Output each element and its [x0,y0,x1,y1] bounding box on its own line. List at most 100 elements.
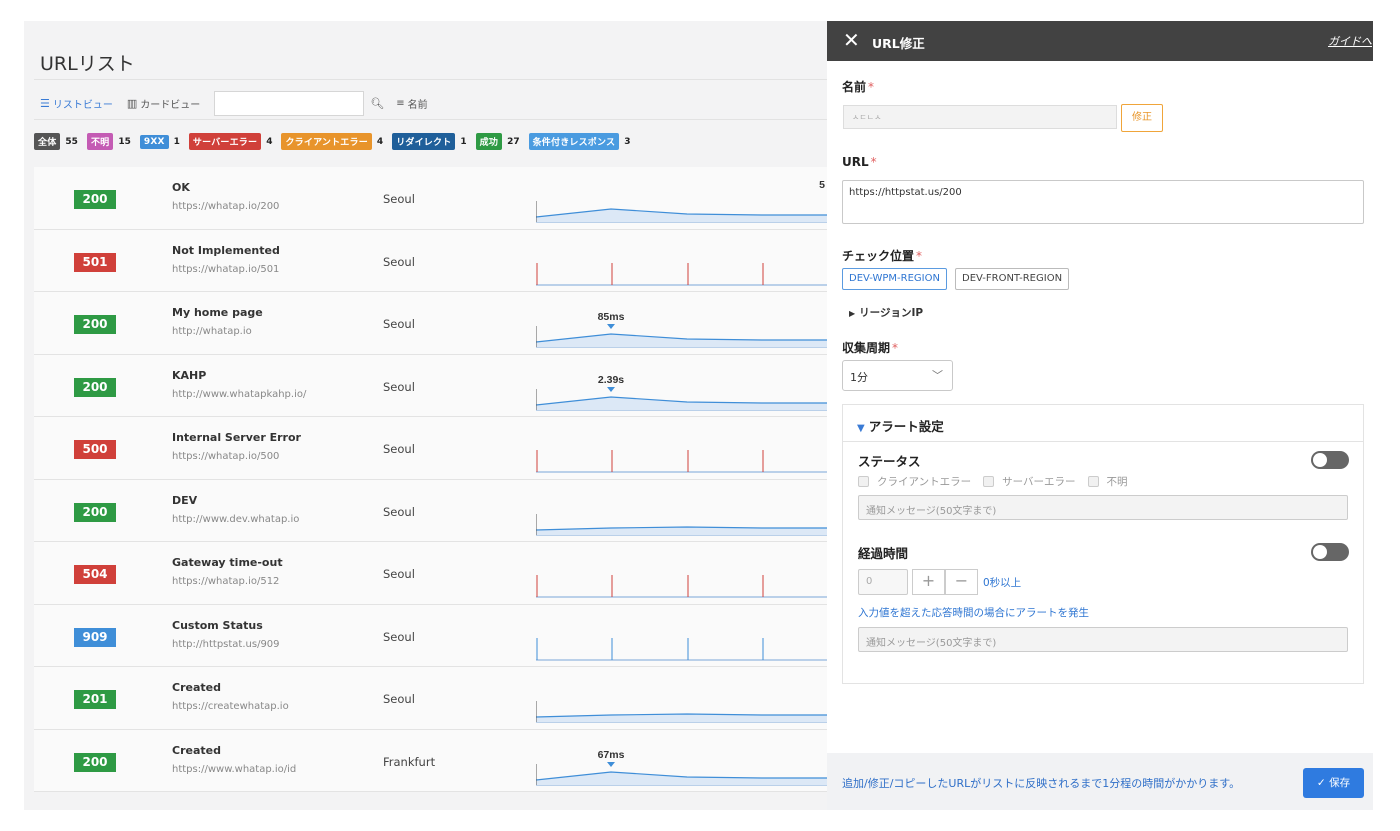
region-dev-front-button[interactable]: DEV-FRONT-REGION [955,268,1070,290]
row-location: Seoul [383,567,415,581]
row-url: https://whatap.io/501 [172,263,280,275]
row-name: Created [172,681,221,694]
sort-icon: ≡ [396,97,405,109]
filter-chip[interactable]: クライアントエラー [281,133,372,150]
guide-link[interactable]: ガイドへ [1328,33,1372,49]
decrement-button[interactable]: − [945,569,978,595]
elapsed-seconds-input[interactable]: 0 [858,569,908,595]
table-row[interactable]: 200 Created https://www.whatap.io/id Frankf… [34,730,827,792]
row-name: Created [172,743,221,757]
response-sparkline [536,701,827,723]
table-row[interactable]: 200 DEV http://www.dev.whatap.io Seoul [34,480,827,542]
sort-button[interactable]: ≡ 名前 [396,96,427,111]
filter-chip[interactable]: 条件付きレスポンス [528,133,620,150]
save-button[interactable]: ✓ 保存 [1303,768,1364,798]
row-name: OK [172,181,190,194]
row-name: Not Implemented [172,243,280,257]
increment-button[interactable]: + [912,569,945,595]
region-dev-wpm-button[interactable]: DEV-WPM-REGION [842,268,947,290]
check-icon: ✓ [1316,777,1326,789]
filter-count: 1 [460,136,467,147]
filter-chip[interactable]: 9XX [139,134,169,149]
status-alert-toggle[interactable] [1311,451,1349,469]
response-sparkline: 5 [536,179,827,223]
elapsed-alert-toggle[interactable] [1311,543,1349,561]
filter-chip[interactable]: 成功 [475,133,503,150]
response-sparkline: 85ms [536,311,827,348]
interval-select[interactable]: 1分 ﹀ [842,360,953,391]
filter-count: 27 [507,136,520,147]
peak-marker-icon [607,761,615,767]
divider [34,79,827,80]
row-location: Seoul [383,692,415,706]
search-icon[interactable]: 🔍︎ [370,97,384,110]
elapsed-hint: 入力値を超えた応答時間の場合にアラートを発生 [858,607,1089,619]
chevron-down-icon: ﹀ [932,369,943,382]
table-row[interactable]: 200 My home page http://whatap.io Seoul 85ms [34,292,827,355]
list-view-button[interactable]: ☰ リストビュー [40,96,113,111]
row-url: https://whatap.io/500 [172,451,280,462]
status-message-input[interactable]: 通知メッセージ(50文字まで) [858,495,1348,520]
interval-label: 収集周期 * [842,341,899,355]
filter-chip[interactable]: リダイレクト [392,133,456,150]
footer-note: 追加/修正/コピーしたURLがリストに反映されるまで1分程の時間がかかります。 [842,777,1241,790]
close-icon[interactable]: ✕ [843,29,860,51]
row-name: KAHP [172,368,207,382]
url-field[interactable]: https://httpstat.us/200 [842,180,1364,224]
client-error-checkbox[interactable]: クライアントエラー [858,474,971,489]
filter-chip[interactable]: サーバーエラー [188,133,262,150]
filter-count: 15 [118,136,131,147]
row-name: Custom Status [172,618,263,632]
card-icon: ▥ [126,96,138,110]
filter-chip[interactable]: 全体 [34,133,61,150]
server-error-checkbox[interactable]: サーバーエラー [983,474,1076,489]
table-row[interactable]: 201 Created https://createwhatap.io Seoul [34,667,827,730]
panel-header: ✕ URL修正 ガイドへ [827,21,1373,61]
table-row[interactable]: 500 Internal Server Error https://whatap.i… [34,417,827,480]
name-label: 名前 * [842,80,875,94]
filter-chip[interactable]: 不明 [86,133,114,150]
url-edit-panel: ✕ URL修正 ガイドへ 名前 * ㅅㄷㄴㅅ 修正 URL * https://ht… [827,21,1373,810]
status-alert-label: ステータス [858,454,921,469]
alert-settings: ▼ アラート設定 ステータス クライアントエラー サーバーエラー 不明 通知メッセ… [842,404,1364,684]
peak-label: 5 [819,179,825,191]
url-label: URL * [842,155,877,169]
name-field[interactable]: ㅅㄷㄴㅅ [843,105,1117,129]
table-row[interactable]: 909 Custom Status http://httpstat.us/909 Se… [34,605,827,667]
filter-count: 4 [376,136,384,147]
table-row[interactable]: 501 Not Implemented https://whatap.io/501 S… [34,230,827,292]
peak-marker-icon [607,386,615,392]
region-ip-toggle[interactable]: ▶ リージョンIP [849,305,923,320]
table-row[interactable]: 504 Gateway time-out https://whatap.io/512… [34,542,827,605]
row-name: Gateway time-out [172,556,283,569]
row-url: http://httpstat.us/909 [172,638,280,650]
edit-name-button[interactable]: 修正 [1121,104,1163,132]
row-url: https://whatap.io/200 [172,201,280,212]
response-sparkline [536,513,827,535]
alert-settings-header[interactable]: ▼ アラート設定 [843,405,1363,442]
filter-count: 1 [173,136,180,147]
list-icon: ☰ [40,96,50,110]
row-url: http://www.whatapkahp.io/ [172,388,307,400]
card-view-button[interactable]: ▥ カードビュー [127,96,200,111]
search-input[interactable] [214,90,365,116]
peak-label: 67ms [598,749,625,761]
row-url: https://createwhatap.io [172,701,289,712]
row-location: Seoul [383,317,415,331]
table-row[interactable]: 200 OK https://whatap.io/200 Seoul 5 [34,167,827,230]
row-name: My home page [172,306,263,319]
elapsed-message-input[interactable]: 通知メッセージ(50文字まで) [858,627,1348,652]
response-sparkline: 67ms [536,749,827,785]
response-sparkline [536,450,827,473]
unknown-checkbox[interactable]: 不明 [1087,474,1128,489]
status-badge: 504 [74,565,116,584]
divider [34,119,827,120]
table-row[interactable]: 200 KAHP http://www.whatapkahp.io/Seoul 2.3… [34,355,827,417]
status-badge: 200 [74,752,116,772]
response-sparkline [536,575,827,598]
caret-right-icon: ▶ [849,309,856,318]
row-location: Frankfurt [383,754,436,769]
view-toolbar: ☰ リストビュー ▥ カードビュー 🔍︎ ≡ 名前 [40,90,428,116]
status-badge: 500 [74,440,116,459]
status-checkboxes: クライアントエラー サーバーエラー 不明 [858,474,1140,489]
